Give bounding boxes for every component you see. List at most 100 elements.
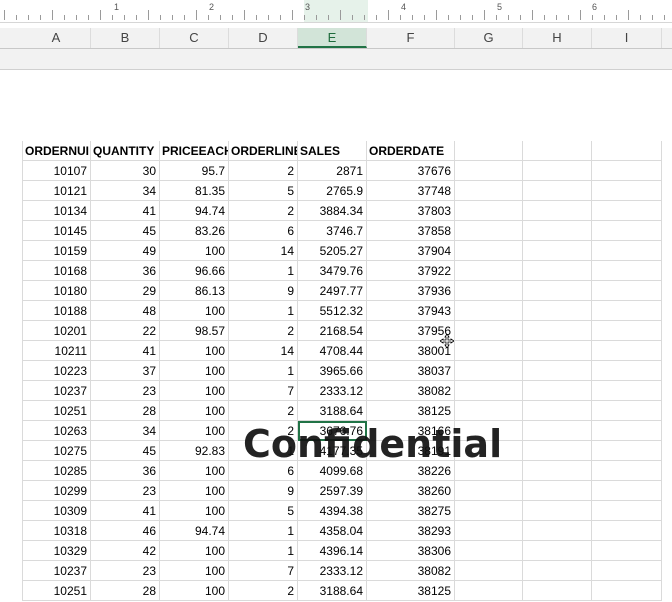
data-cell[interactable]: 2	[229, 421, 298, 441]
data-cell[interactable]: 100	[160, 581, 229, 601]
data-cell[interactable]: 9	[229, 481, 298, 501]
data-cell[interactable]: 37943	[367, 301, 455, 321]
empty-cell[interactable]	[523, 461, 592, 481]
empty-cell[interactable]	[455, 281, 523, 301]
data-cell[interactable]: 100	[160, 361, 229, 381]
data-cell[interactable]: 22	[91, 321, 160, 341]
data-cell[interactable]: 37858	[367, 221, 455, 241]
empty-cell[interactable]	[523, 161, 592, 181]
empty-cell[interactable]	[523, 521, 592, 541]
column-title[interactable]: ORDERLINE	[229, 141, 298, 161]
data-cell[interactable]: 41	[91, 501, 160, 521]
empty-cell[interactable]	[455, 141, 523, 161]
empty-cell[interactable]	[592, 381, 662, 401]
data-cell[interactable]: 10299	[22, 481, 91, 501]
column-header-d[interactable]: D	[229, 28, 298, 48]
empty-cell[interactable]	[455, 161, 523, 181]
data-cell[interactable]: 86.13	[160, 281, 229, 301]
data-cell[interactable]: 92.83	[160, 441, 229, 461]
column-title[interactable]: SALES	[298, 141, 367, 161]
column-title[interactable]: PRICEEACH	[160, 141, 229, 161]
data-cell[interactable]: 34	[91, 421, 160, 441]
data-cell[interactable]: 38191	[367, 441, 455, 461]
data-cell[interactable]: 1	[229, 261, 298, 281]
data-cell[interactable]: 10318	[22, 521, 91, 541]
data-cell[interactable]: 45	[91, 221, 160, 241]
empty-cell[interactable]	[455, 201, 523, 221]
empty-cell[interactable]	[592, 301, 662, 321]
column-header-g[interactable]: G	[455, 28, 523, 48]
empty-cell[interactable]	[592, 201, 662, 221]
data-cell[interactable]: 5	[229, 501, 298, 521]
data-cell[interactable]: 6	[229, 461, 298, 481]
data-cell[interactable]: 38275	[367, 501, 455, 521]
data-cell[interactable]: 10134	[22, 201, 91, 221]
data-cell[interactable]: 37922	[367, 261, 455, 281]
data-cell[interactable]: 100	[160, 461, 229, 481]
data-cell[interactable]: 10223	[22, 361, 91, 381]
data-cell[interactable]: 37	[91, 361, 160, 381]
data-cell[interactable]: 1	[229, 521, 298, 541]
empty-cell[interactable]	[592, 461, 662, 481]
empty-cell[interactable]	[592, 261, 662, 281]
data-cell[interactable]: 41	[91, 201, 160, 221]
data-cell[interactable]: 38082	[367, 561, 455, 581]
data-cell[interactable]: 4358.04	[298, 521, 367, 541]
data-cell[interactable]: 4177.35	[298, 441, 367, 461]
data-cell[interactable]: 1	[229, 361, 298, 381]
data-cell[interactable]: 46	[91, 521, 160, 541]
data-cell[interactable]: 1	[229, 301, 298, 321]
empty-cell[interactable]	[592, 341, 662, 361]
data-cell[interactable]: 5512.32	[298, 301, 367, 321]
empty-cell[interactable]	[523, 181, 592, 201]
data-cell[interactable]: 3884.34	[298, 201, 367, 221]
empty-cell[interactable]	[455, 461, 523, 481]
data-cell[interactable]: 10145	[22, 221, 91, 241]
data-cell[interactable]: 10237	[22, 561, 91, 581]
empty-cell[interactable]	[523, 261, 592, 281]
data-cell[interactable]: 23	[91, 381, 160, 401]
data-cell[interactable]: 3965.66	[298, 361, 367, 381]
empty-cell[interactable]	[523, 141, 592, 161]
empty-cell[interactable]	[523, 581, 592, 601]
data-cell[interactable]: 100	[160, 421, 229, 441]
empty-cell[interactable]	[523, 381, 592, 401]
empty-cell[interactable]	[523, 501, 592, 521]
data-cell[interactable]: 100	[160, 541, 229, 561]
data-cell[interactable]: 10159	[22, 241, 91, 261]
data-cell[interactable]: 2765.9	[298, 181, 367, 201]
data-cell[interactable]: 2333.12	[298, 381, 367, 401]
empty-cell[interactable]	[455, 301, 523, 321]
empty-cell[interactable]	[592, 181, 662, 201]
empty-cell[interactable]	[455, 261, 523, 281]
data-cell[interactable]: 28	[91, 401, 160, 421]
data-cell[interactable]: 100	[160, 481, 229, 501]
data-cell[interactable]: 10285	[22, 461, 91, 481]
data-cell[interactable]: 37803	[367, 201, 455, 221]
column-header-b[interactable]: B	[91, 28, 160, 48]
data-cell[interactable]: 10309	[22, 501, 91, 521]
empty-cell[interactable]	[592, 441, 662, 461]
empty-cell[interactable]	[523, 481, 592, 501]
data-cell[interactable]: 5205.27	[298, 241, 367, 261]
column-title[interactable]: QUANTITY	[91, 141, 160, 161]
data-cell[interactable]: 2871	[298, 161, 367, 181]
empty-cell[interactable]	[592, 541, 662, 561]
data-cell[interactable]: 37904	[367, 241, 455, 261]
data-cell[interactable]: 2597.39	[298, 481, 367, 501]
empty-cell[interactable]	[523, 441, 592, 461]
data-cell[interactable]: 28	[91, 581, 160, 601]
data-cell[interactable]: 10188	[22, 301, 91, 321]
data-cell[interactable]: 83.26	[160, 221, 229, 241]
data-cell[interactable]: 10168	[22, 261, 91, 281]
data-cell[interactable]: 2	[229, 401, 298, 421]
column-header-e[interactable]: E	[298, 28, 367, 48]
data-cell[interactable]: 81.35	[160, 181, 229, 201]
empty-cell[interactable]	[523, 421, 592, 441]
empty-cell[interactable]	[592, 481, 662, 501]
data-cell[interactable]: 5	[229, 181, 298, 201]
data-cell[interactable]: 29	[91, 281, 160, 301]
empty-cell[interactable]	[592, 401, 662, 421]
data-cell[interactable]: 2	[229, 581, 298, 601]
data-cell[interactable]: 36	[91, 261, 160, 281]
